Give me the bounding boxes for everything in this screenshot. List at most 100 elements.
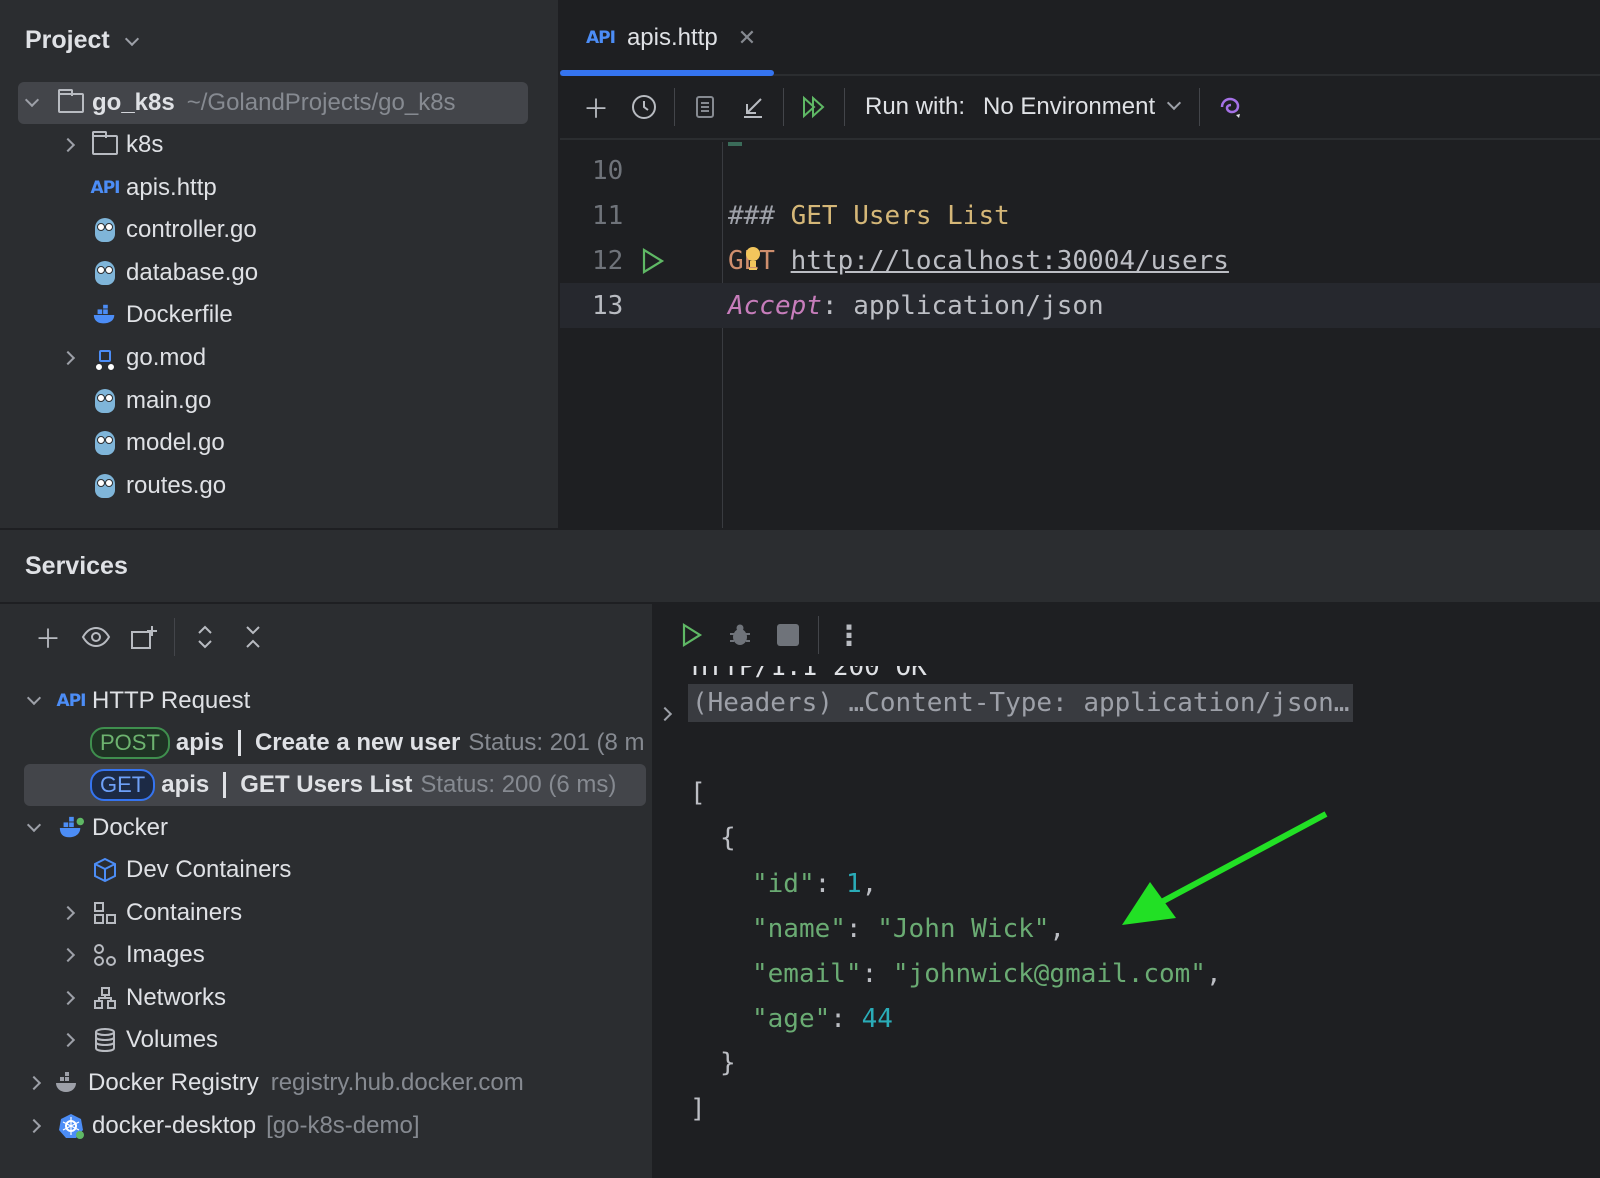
docker-child-label: Networks: [126, 983, 227, 1011]
project-item[interactable]: main.go: [56, 380, 211, 422]
project-item[interactable]: model.go: [56, 422, 225, 464]
add-service-icon[interactable]: ＋: [24, 613, 72, 661]
examples-icon[interactable]: [681, 83, 729, 131]
docker-icon: [58, 815, 84, 841]
chevron-right-icon[interactable]: [58, 945, 78, 965]
docker-child-label: Dev Containers: [126, 856, 292, 883]
history-icon[interactable]: [620, 83, 668, 131]
docker-registry-detail: registry.hub.docker.com: [270, 1069, 524, 1096]
run-icon[interactable]: [668, 611, 716, 659]
services-title: Services: [25, 552, 128, 580]
project-item[interactable]: controller.go: [56, 209, 257, 251]
docker-icon: [92, 302, 118, 328]
ai-assistant-icon[interactable]: [1206, 83, 1254, 131]
chevron-right-icon[interactable]: [24, 1073, 44, 1093]
get-status: Status: 200 (6 ms): [420, 771, 617, 798]
chevron-down-icon: [1167, 95, 1182, 111]
tree-root-go-k8s[interactable]: go_k8s ~/GolandProjects/go_k8s: [18, 82, 528, 124]
chevron-right-icon[interactable]: [657, 698, 673, 726]
lightbulb-icon[interactable]: [744, 244, 762, 277]
import-icon[interactable]: [729, 83, 777, 131]
kubernetes-icon: [58, 1113, 84, 1139]
code-line[interactable]: 11 ### GET Users List: [560, 193, 1600, 238]
project-item[interactable]: go.mod: [56, 337, 206, 379]
docker-child-item[interactable]: Containers: [56, 892, 242, 934]
run-all-icon[interactable]: [790, 83, 838, 131]
docker-child-item[interactable]: Networks: [56, 977, 226, 1019]
chevron-right-icon[interactable]: [58, 1030, 78, 1050]
chevron-down-icon[interactable]: [24, 690, 44, 711]
chevron-right-icon[interactable]: [58, 135, 78, 155]
root-name: go_k8s: [92, 89, 175, 116]
project-item-label: k8s: [126, 131, 164, 158]
tree-docker-registry[interactable]: Docker Registry registry.hub.docker.com: [24, 1062, 524, 1104]
project-item[interactable]: database.go: [56, 252, 258, 294]
chevron-right-icon[interactable]: [58, 988, 78, 1008]
environment-value: No Environment: [983, 93, 1156, 120]
expand-all-icon[interactable]: [181, 613, 229, 661]
api-icon: API: [586, 28, 616, 48]
chevron-down-icon: [124, 31, 139, 47]
project-item-label: apis.http: [126, 173, 217, 201]
docker-child-label: Volumes: [126, 1026, 219, 1054]
headers-summary[interactable]: (Headers) …Content-Type: application/jso…: [688, 684, 1354, 722]
project-item[interactable]: k8s: [56, 124, 163, 166]
collapse-all-icon[interactable]: [229, 613, 277, 661]
http-request-label: HTTP Request: [92, 687, 251, 714]
chevron-down-icon[interactable]: [22, 92, 42, 113]
gomod-icon: [92, 345, 118, 371]
chevron-right-icon[interactable]: [58, 903, 78, 923]
close-icon[interactable]: ✕: [738, 25, 756, 51]
line-number: 13: [592, 290, 624, 321]
project-item-label: Dockerfile: [126, 301, 233, 329]
project-item[interactable]: Dockerfile: [56, 294, 233, 336]
tree-docker[interactable]: Docker: [24, 807, 168, 849]
tree-http-request[interactable]: API HTTP Request: [24, 680, 250, 722]
docker-desktop-label: docker-desktop: [92, 1112, 257, 1139]
code-area[interactable]: 10 11 ### GET Users List 12 GET http://local…: [560, 142, 1600, 528]
code-line[interactable]: 13 Accept: application/json: [560, 283, 1600, 328]
folder-icon: [92, 131, 118, 158]
add-request-icon[interactable]: ＋: [572, 83, 620, 131]
get-file: apis: [161, 771, 210, 798]
eye-icon[interactable]: [72, 613, 120, 661]
run-request-icon[interactable]: [640, 247, 666, 282]
line-number: 12: [592, 245, 624, 276]
chevron-right-icon[interactable]: [24, 1116, 44, 1136]
project-item[interactable]: API apis.http: [56, 167, 217, 209]
more-options-icon[interactable]: ⋮: [825, 611, 873, 659]
gopher-icon: [92, 260, 118, 286]
project-item-label: model.go: [126, 429, 225, 457]
docker-child-item[interactable]: Volumes: [56, 1019, 218, 1061]
chevron-down-icon[interactable]: [24, 817, 44, 838]
project-item[interactable]: routes.go: [56, 465, 226, 507]
gopher-icon: [92, 217, 118, 243]
docker-desktop-detail: [go-k8s-demo]: [266, 1112, 420, 1139]
line-number: 11: [592, 200, 624, 231]
request-get-users-list[interactable]: GET apis GET Users List Status: 200 (6 m…: [24, 764, 646, 806]
docker-child-item[interactable]: Images: [56, 934, 205, 976]
environment-dropdown[interactable]: No Environment: [983, 93, 1182, 121]
stop-icon[interactable]: [764, 611, 812, 659]
code-line[interactable]: 12 GET http://localhost:30004/users: [560, 238, 1600, 283]
line-number: 10: [592, 155, 624, 186]
editor-tab-bar: API apis.http ✕: [560, 0, 1600, 76]
tab-apis-http[interactable]: API apis.http ✕: [560, 0, 774, 76]
chevron-right-icon[interactable]: [58, 348, 78, 368]
gopher-icon: [92, 473, 118, 499]
tree-docker-desktop[interactable]: docker-desktop [go-k8s-demo]: [24, 1105, 420, 1147]
services-header: Services: [0, 528, 1600, 604]
project-panel: Project go_k8s ~/GolandProjects/go_k8s k…: [0, 0, 560, 528]
docker-child-item[interactable]: Dev Containers: [56, 849, 291, 891]
project-title[interactable]: Project: [25, 26, 139, 55]
code-line[interactable]: 10: [560, 148, 1600, 193]
tab-label: apis.http: [626, 24, 718, 51]
images-icon: [92, 942, 118, 968]
request-post-create-user[interactable]: POST apis Create a new user Status: 201 …: [90, 722, 644, 764]
project-item-label: database.go: [126, 258, 259, 286]
new-tab-icon[interactable]: [120, 613, 168, 661]
editor-panel: API apis.http ✕ ＋ Run with: No Environme…: [560, 0, 1600, 528]
separator: [223, 772, 227, 798]
json-line-name: "name": "John Wick",: [752, 914, 1066, 944]
debug-icon[interactable]: [716, 611, 764, 659]
